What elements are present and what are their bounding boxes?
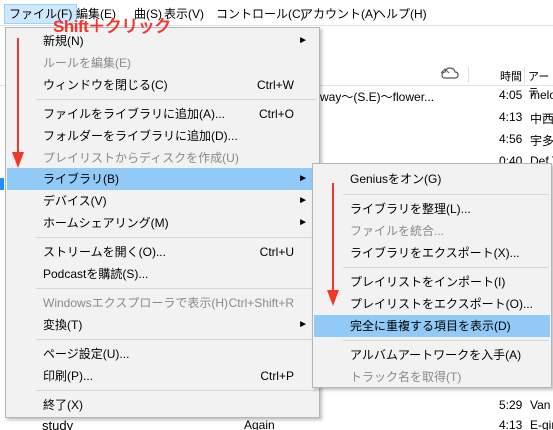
annotation-arrows	[12, 38, 339, 306]
down-arrow-icon	[327, 183, 339, 306]
down-arrow-icon	[12, 38, 24, 168]
